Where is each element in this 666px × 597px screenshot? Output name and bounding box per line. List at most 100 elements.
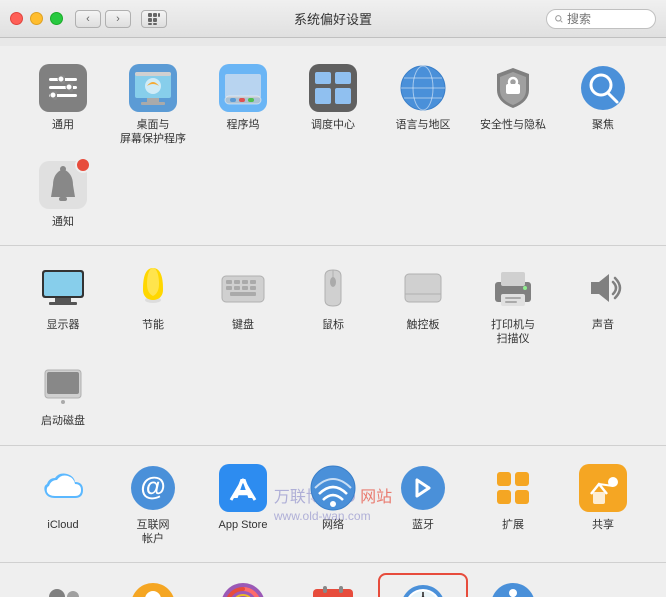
language-label: 语言与地区 bbox=[396, 118, 451, 132]
pref-sharing[interactable]: 共享 bbox=[558, 456, 648, 538]
desktop-label: 桌面与 屏幕保护程序 bbox=[120, 118, 186, 147]
pref-missioncontrol[interactable]: 调度中心 bbox=[288, 56, 378, 138]
section-personal: 通用 桌面与 屏幕保护程序 bbox=[0, 46, 666, 246]
language-icon bbox=[397, 62, 449, 114]
general-icon bbox=[37, 62, 89, 114]
pref-icloud[interactable]: iCloud bbox=[18, 456, 108, 538]
pref-printer[interactable]: 打印机与 扫描仪 bbox=[468, 256, 558, 353]
spotlight-label: 聚焦 bbox=[592, 118, 614, 132]
forward-button[interactable]: › bbox=[105, 10, 131, 28]
pref-dock[interactable]: 程序坞 bbox=[198, 56, 288, 138]
pref-notifications[interactable]: 通知 bbox=[18, 153, 108, 235]
dock-icon bbox=[217, 62, 269, 114]
icloud-label: iCloud bbox=[47, 518, 78, 532]
pref-sound[interactable]: 声音 bbox=[558, 256, 648, 338]
trackpad-label: 触控板 bbox=[407, 318, 440, 332]
search-box[interactable] bbox=[546, 9, 656, 29]
internetaccounts-icon: @ bbox=[127, 462, 179, 514]
security-label: 安全性与隐私 bbox=[480, 118, 546, 132]
pref-mouse[interactable]: 鼠标 bbox=[288, 256, 378, 338]
pref-keyboard[interactable]: 键盘 bbox=[198, 256, 288, 338]
sound-label: 声音 bbox=[592, 318, 614, 332]
pref-startup[interactable]: 启动磁盘 bbox=[18, 352, 108, 434]
pref-extensions[interactable]: 扩展 bbox=[468, 456, 558, 538]
sharing-icon bbox=[577, 462, 629, 514]
sharing-label: 共享 bbox=[592, 518, 614, 532]
network-label: 网络 bbox=[322, 518, 344, 532]
section-internet: 万联博SEO 网站www.old-wan.com iCloud @ bbox=[0, 446, 666, 564]
section-row: 通用 桌面与 屏幕保护程序 bbox=[18, 56, 648, 235]
pref-displays[interactable]: 显示器 bbox=[18, 256, 108, 338]
search-icon bbox=[555, 13, 563, 25]
minimize-button[interactable] bbox=[30, 12, 43, 25]
printer-icon bbox=[487, 262, 539, 314]
pref-energy[interactable]: 节能 bbox=[108, 256, 198, 338]
section-hardware: 显示器 节能 bbox=[0, 246, 666, 446]
keyboard-label: 键盘 bbox=[232, 318, 254, 332]
pref-timemachine[interactable]: 时间机器 bbox=[378, 573, 468, 597]
appstore-label: App Store bbox=[219, 518, 268, 532]
pref-network[interactable]: 网络 bbox=[288, 456, 378, 538]
pref-bluetooth[interactable]: 蓝牙 bbox=[378, 456, 468, 538]
network-icon bbox=[307, 462, 359, 514]
icloud-icon bbox=[37, 462, 89, 514]
dock-label: 程序坞 bbox=[227, 118, 260, 132]
internetaccounts-label: 互联网 帐户 bbox=[137, 518, 170, 547]
trackpad-icon bbox=[397, 262, 449, 314]
pref-trackpad[interactable]: 触控板 bbox=[378, 256, 468, 338]
pref-datetime[interactable]: 18 日期与时间 bbox=[288, 573, 378, 597]
pref-siri[interactable]: Siri bbox=[198, 573, 288, 597]
missioncontrol-label: 调度中心 bbox=[311, 118, 355, 132]
traffic-lights bbox=[10, 12, 63, 25]
energy-label: 节能 bbox=[142, 318, 164, 332]
parental-icon bbox=[127, 579, 179, 597]
bluetooth-icon bbox=[397, 462, 449, 514]
displays-label: 显示器 bbox=[47, 318, 80, 332]
section-row: 显示器 节能 bbox=[18, 256, 648, 435]
timemachine-icon bbox=[397, 581, 449, 597]
desktop-icon bbox=[127, 62, 179, 114]
pref-parental[interactable]: 家长控制 bbox=[108, 573, 198, 597]
energy-icon bbox=[127, 262, 179, 314]
security-icon bbox=[487, 62, 539, 114]
window-title: 系统偏好设置 bbox=[294, 9, 372, 28]
back-button[interactable]: ‹ bbox=[75, 10, 101, 28]
svg-text:A: A bbox=[233, 473, 253, 504]
startup-label: 启动磁盘 bbox=[41, 414, 85, 428]
section-row: 用户与群组 家长控制 bbox=[18, 573, 648, 597]
spotlight-icon bbox=[577, 62, 629, 114]
preferences-content: 通用 桌面与 屏幕保护程序 bbox=[0, 38, 666, 597]
missioncontrol-icon bbox=[307, 62, 359, 114]
section-row: iCloud @ 互联网 帐户 A bbox=[18, 456, 648, 553]
siri-icon bbox=[217, 579, 269, 597]
pref-security[interactable]: 安全性与隐私 bbox=[468, 56, 558, 138]
notification-badge bbox=[75, 157, 91, 173]
pref-internetaccounts[interactable]: @ 互联网 帐户 bbox=[108, 456, 198, 553]
printer-label: 打印机与 扫描仪 bbox=[491, 318, 535, 347]
startup-icon bbox=[37, 358, 89, 410]
fullscreen-button[interactable] bbox=[50, 12, 63, 25]
users-icon bbox=[37, 579, 89, 597]
pref-spotlight[interactable]: 聚焦 bbox=[558, 56, 648, 138]
notifications-icon bbox=[37, 159, 89, 211]
extensions-label: 扩展 bbox=[502, 518, 524, 532]
pref-accessibility[interactable]: 辅助功能 bbox=[468, 573, 558, 597]
pref-language[interactable]: 语言与地区 bbox=[378, 56, 468, 138]
pref-general[interactable]: 通用 bbox=[18, 56, 108, 138]
mouse-label: 鼠标 bbox=[322, 318, 344, 332]
close-button[interactable] bbox=[10, 12, 23, 25]
search-input[interactable] bbox=[567, 12, 647, 26]
datetime-icon: 18 bbox=[307, 579, 359, 597]
notifications-label: 通知 bbox=[52, 215, 74, 229]
pref-desktop[interactable]: 桌面与 屏幕保护程序 bbox=[108, 56, 198, 153]
general-label: 通用 bbox=[52, 118, 74, 132]
pref-appstore[interactable]: A App Store bbox=[198, 456, 288, 538]
accessibility-icon bbox=[487, 579, 539, 597]
sound-icon bbox=[577, 262, 629, 314]
svg-text:@: @ bbox=[140, 471, 165, 501]
grid-view-button[interactable] bbox=[141, 10, 167, 28]
appstore-icon: A bbox=[217, 462, 269, 514]
bluetooth-label: 蓝牙 bbox=[412, 518, 434, 532]
extensions-icon bbox=[487, 462, 539, 514]
pref-users[interactable]: 用户与群组 bbox=[18, 573, 108, 597]
